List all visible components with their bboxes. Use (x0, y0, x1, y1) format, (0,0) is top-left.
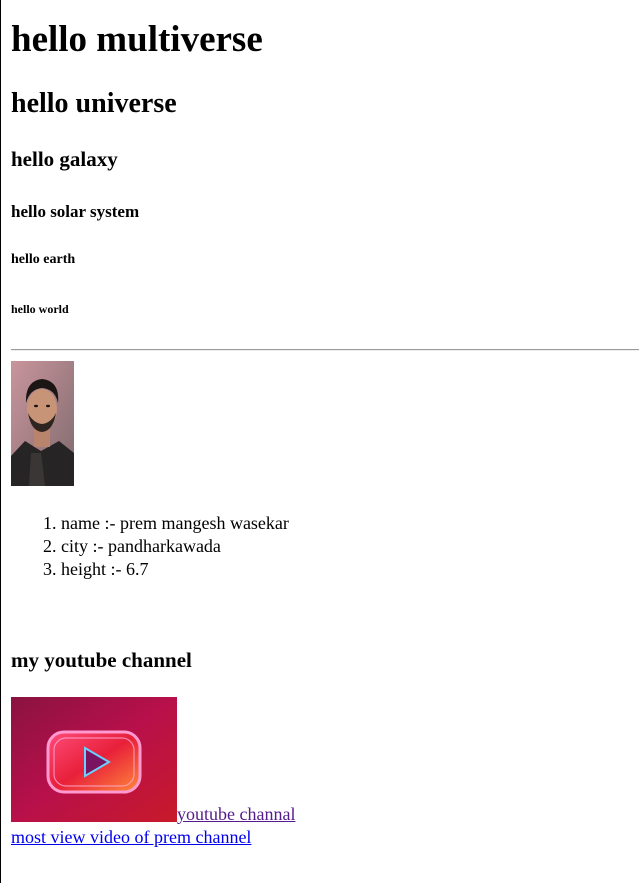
heading-multiverse: hello multiverse (11, 19, 263, 60)
profile-info-list: name :- prem mangesh wasekar city :- pan… (11, 512, 289, 581)
profile-photo (11, 361, 74, 486)
list-item-height: height :- 6.7 (61, 558, 289, 581)
list-item-name: name :- prem mangesh wasekar (61, 512, 289, 535)
left-border-line (0, 0, 1, 883)
youtube-logo-image[interactable] (11, 697, 177, 822)
youtube-channel-link[interactable]: youtube channal (177, 804, 295, 825)
youtube-section-heading: my youtube channel (11, 648, 192, 672)
heading-solar-system: hello solar system (11, 202, 140, 221)
heading-universe: hello universe (11, 88, 177, 119)
heading-world: hello world (11, 302, 69, 316)
heading-galaxy: hello galaxy (11, 147, 118, 171)
horizontal-divider (11, 349, 639, 351)
heading-earth: hello earth (11, 252, 76, 267)
list-item-city: city :- pandharkawada (61, 535, 289, 558)
most-viewed-video-link[interactable]: most view video of prem channel (11, 827, 251, 848)
